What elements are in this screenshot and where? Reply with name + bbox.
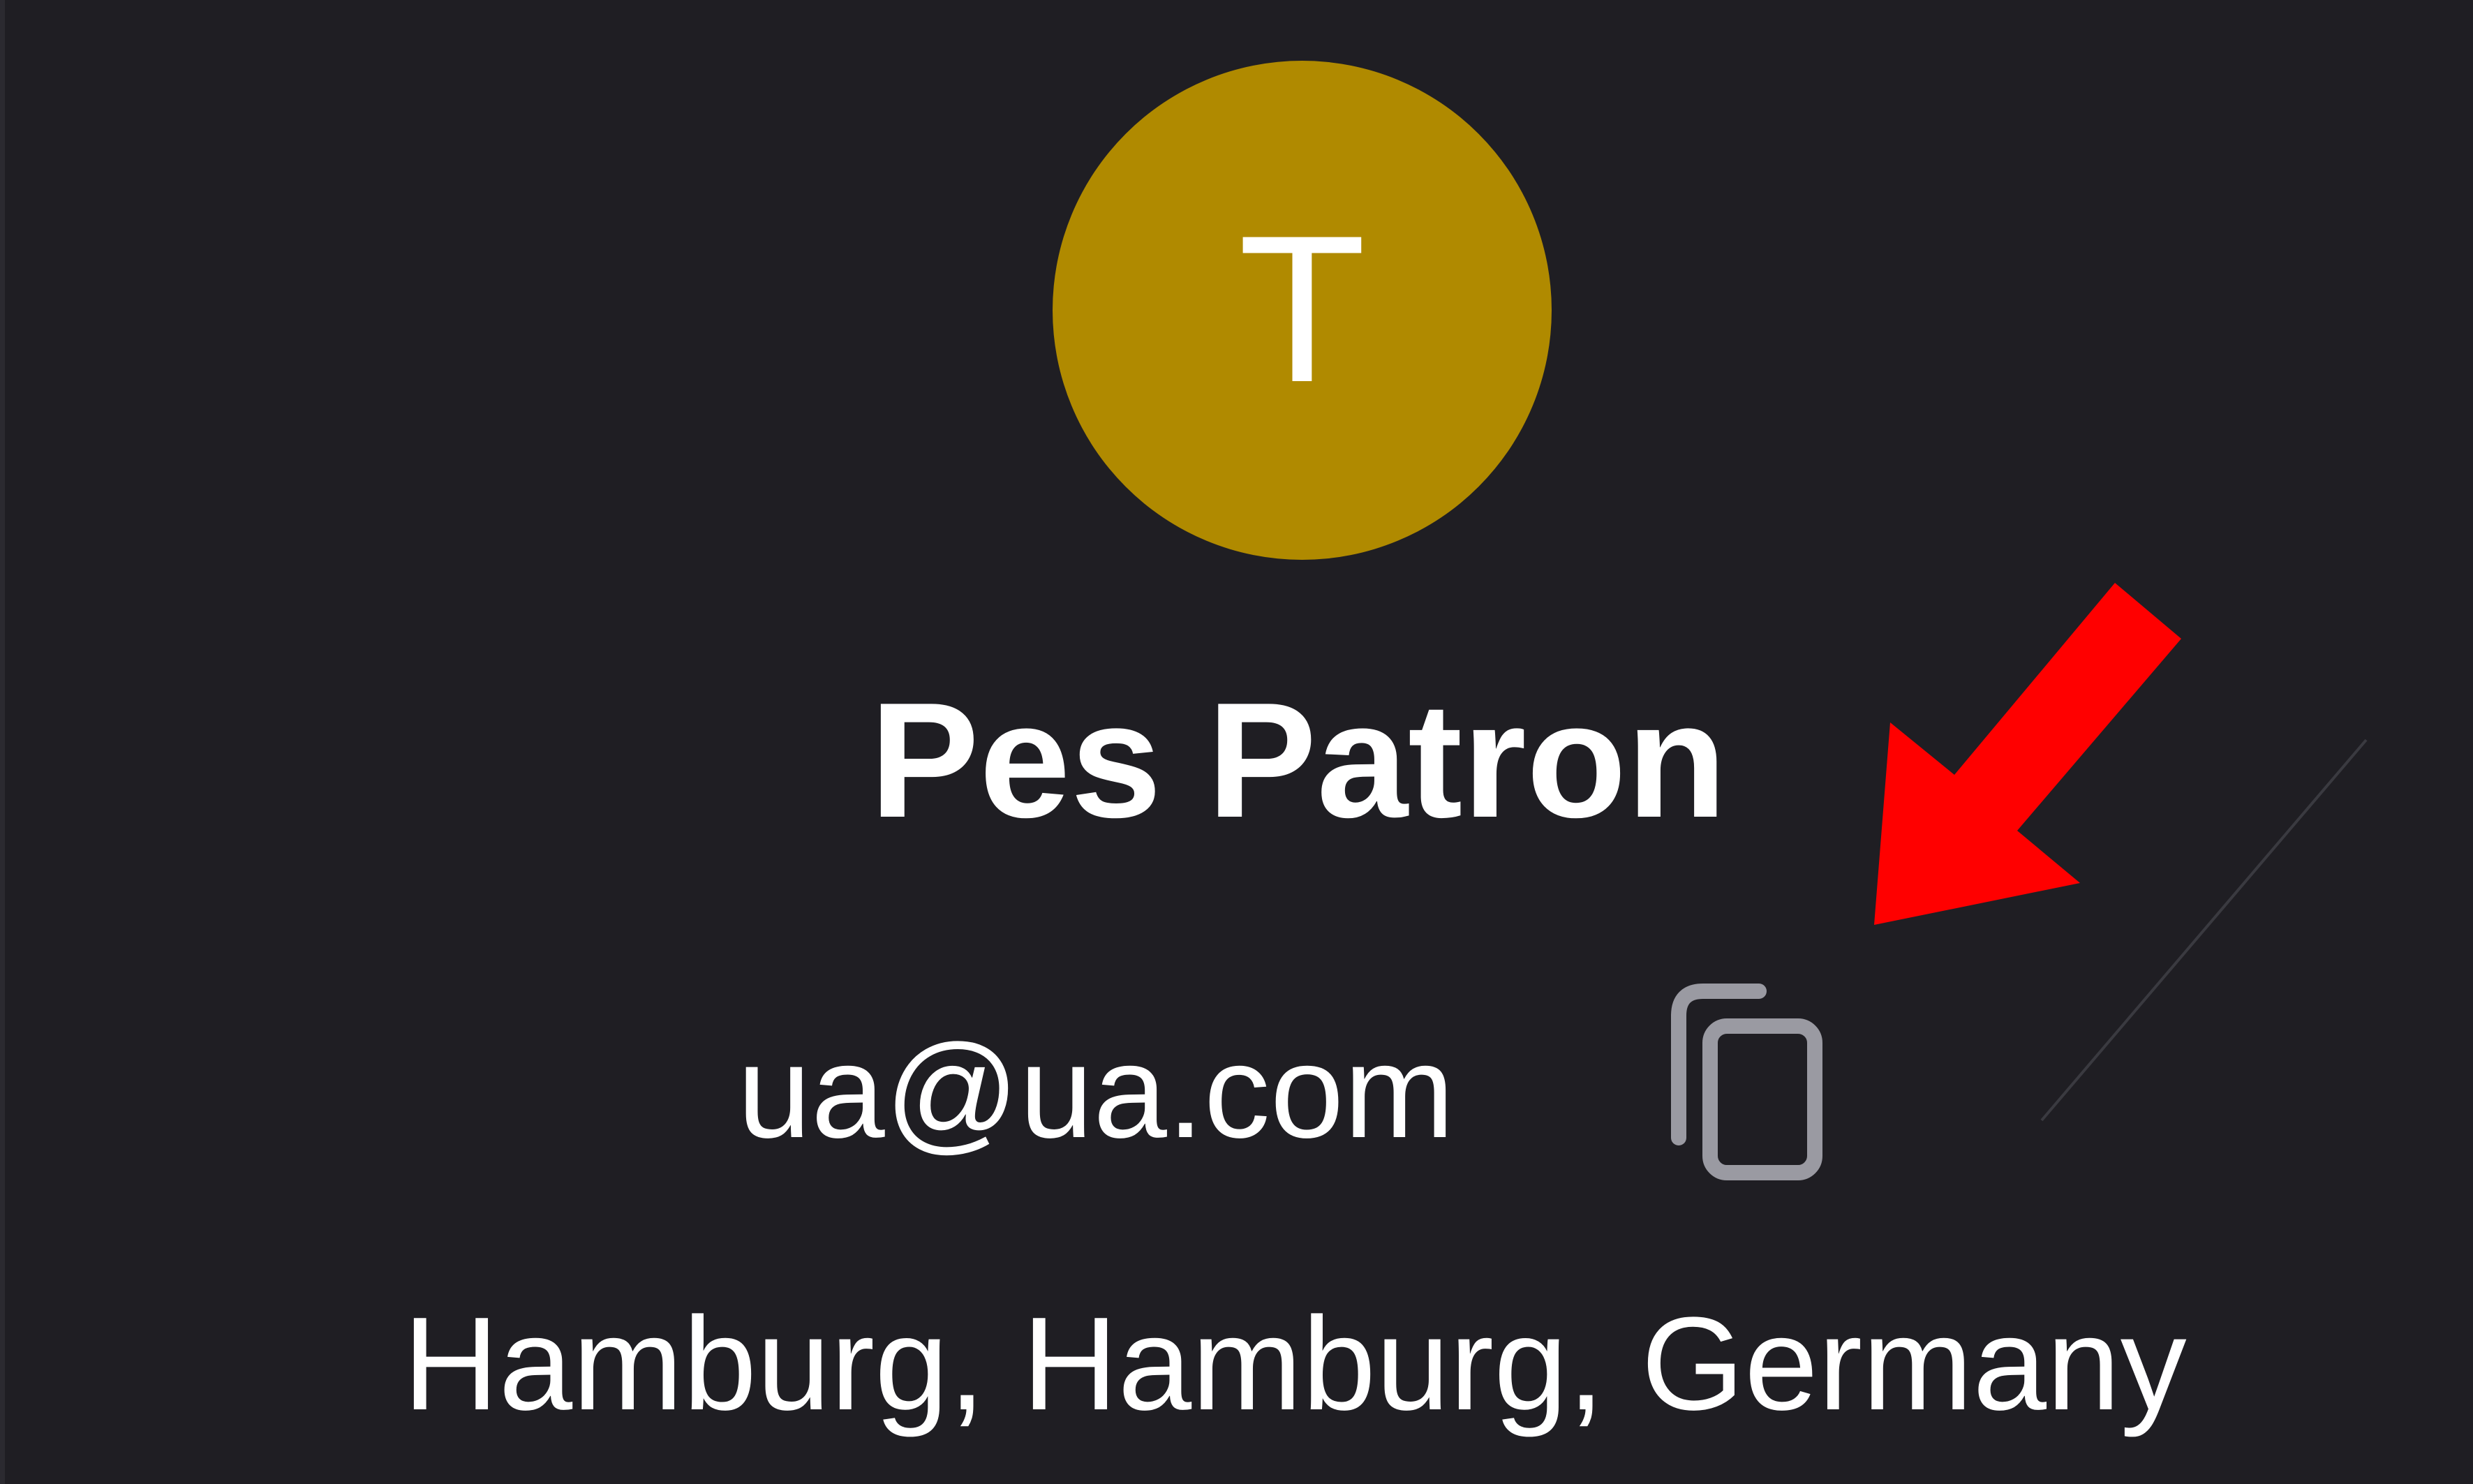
red-arrow-icon [1874, 583, 2181, 925]
panel-divider [0, 0, 5, 1484]
profile-name: Pes Patron [870, 668, 1727, 852]
profile-card: T Pes Patron ua@ua.com Hamburg, Hamburg,… [0, 0, 2473, 1484]
copy-icon [1671, 984, 1822, 1180]
avatar-initial: T [1238, 191, 1367, 426]
faint-diagonal-line [2040, 739, 2368, 1122]
copy-email-button[interactable] [1654, 977, 1843, 1187]
profile-location: Hamburg, Hamburg, Germany [403, 1290, 2187, 1438]
avatar: T [1053, 61, 1552, 560]
profile-email: ua@ua.com [737, 1018, 1455, 1166]
